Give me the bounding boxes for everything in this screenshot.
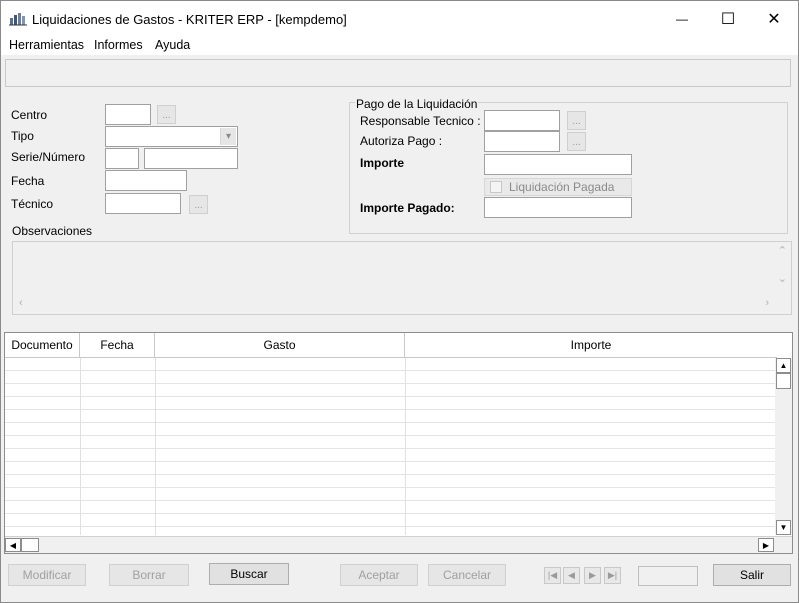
centro-lookup-button[interactable]: ...: [157, 105, 176, 124]
scroll-left-icon[interactable]: ‹: [19, 297, 23, 309]
column-header-importe[interactable]: Importe: [405, 333, 777, 358]
app-window: Liquidaciones de Gastos - KRITER ERP - […: [0, 0, 799, 603]
importe-pagado-field[interactable]: [484, 197, 632, 218]
grid-vertical-scrollbar[interactable]: ▲ ▼: [775, 358, 792, 535]
title-bar: Liquidaciones de Gastos - KRITER ERP - […: [1, 1, 798, 37]
table-row[interactable]: [5, 514, 777, 527]
table-row[interactable]: [5, 397, 777, 410]
scroll-right-icon[interactable]: ▶: [758, 538, 774, 552]
checkbox-icon: [490, 181, 502, 193]
grid-column-divider: [80, 358, 81, 535]
tipo-select[interactable]: ▾: [105, 126, 238, 147]
fecha-label: Fecha: [11, 174, 45, 188]
table-row[interactable]: [5, 475, 777, 488]
minimize-button[interactable]: —: [659, 1, 705, 37]
tipo-label: Tipo: [11, 129, 34, 143]
liquidacion-pagada-checkbox[interactable]: Liquidación Pagada: [484, 178, 632, 196]
grid-body[interactable]: [5, 358, 777, 535]
buscar-button[interactable]: Buscar: [209, 563, 289, 585]
column-header-fecha[interactable]: Fecha: [80, 333, 155, 358]
minimize-icon: —: [676, 12, 688, 26]
table-row[interactable]: [5, 358, 777, 371]
tecnico-field[interactable]: [105, 193, 181, 214]
grid-header: Documento Fecha Gasto Importe: [5, 333, 777, 358]
first-record-icon[interactable]: |◀: [544, 567, 561, 584]
menu-herramientas[interactable]: Herramientas: [9, 38, 84, 52]
toolbar: [5, 59, 791, 87]
record-navigator: |◀ ◀ ▶ ▶|: [544, 567, 624, 584]
window-title: Liquidaciones de Gastos - KRITER ERP - […: [32, 12, 347, 27]
modificar-button[interactable]: Modificar: [8, 564, 86, 586]
table-row[interactable]: [5, 436, 777, 449]
borrar-button[interactable]: Borrar: [109, 564, 189, 586]
scroll-down-icon[interactable]: ⌄: [778, 272, 787, 285]
table-row[interactable]: [5, 423, 777, 436]
pago-group-title: Pago de la Liquidación: [355, 97, 479, 111]
chevron-down-icon[interactable]: ▾: [220, 128, 236, 145]
grid-column-divider: [155, 358, 156, 535]
maximize-button[interactable]: ☐: [705, 1, 751, 37]
salir-button[interactable]: Salir: [713, 564, 791, 586]
app-logo-icon: [9, 13, 27, 26]
scroll-thumb[interactable]: [21, 538, 39, 552]
menu-bar: Herramientas Informes Ayuda: [1, 37, 798, 55]
table-row[interactable]: [5, 371, 777, 384]
tecnico-label: Técnico: [11, 197, 54, 211]
close-button[interactable]: ✕: [751, 1, 797, 37]
fecha-field[interactable]: [105, 170, 187, 191]
table-row[interactable]: [5, 449, 777, 462]
grid-column-divider: [405, 358, 406, 535]
autoriza-label: Autoriza Pago :: [360, 134, 443, 148]
menu-informes[interactable]: Informes: [94, 38, 143, 52]
column-header-documento[interactable]: Documento: [5, 333, 80, 358]
scroll-up-icon[interactable]: ▲: [776, 358, 791, 373]
responsable-field[interactable]: [484, 110, 560, 131]
scroll-down-icon[interactable]: ▼: [776, 520, 791, 535]
numero-field[interactable]: [144, 148, 238, 169]
previous-record-icon[interactable]: ◀: [563, 567, 580, 584]
last-record-icon[interactable]: ▶|: [604, 567, 621, 584]
table-row[interactable]: [5, 488, 777, 501]
observaciones-label: Observaciones: [12, 224, 93, 238]
importe-label: Importe: [360, 156, 405, 170]
table-row[interactable]: [5, 384, 777, 397]
serie-numero-label: Serie/Número: [11, 150, 86, 164]
gastos-grid[interactable]: Documento Fecha Gasto Importe ▲ ▼ ◀ ▶: [4, 332, 793, 554]
observaciones-textarea[interactable]: ⌃ ⌄ ‹ ›: [12, 241, 792, 315]
serie-field[interactable]: [105, 148, 139, 169]
table-row[interactable]: [5, 410, 777, 423]
scroll-up-icon[interactable]: ⌃: [778, 244, 787, 257]
aceptar-button[interactable]: Aceptar: [340, 564, 418, 586]
record-position-field[interactable]: [638, 566, 698, 586]
responsable-label: Responsable Tecnico :: [360, 114, 481, 128]
cancelar-button[interactable]: Cancelar: [428, 564, 506, 586]
scroll-left-icon[interactable]: ◀: [5, 538, 21, 552]
grid-horizontal-scrollbar[interactable]: ◀ ▶: [5, 536, 792, 553]
tecnico-lookup-button[interactable]: ...: [189, 195, 208, 214]
autoriza-lookup-button[interactable]: ...: [567, 132, 586, 151]
column-header-gasto[interactable]: Gasto: [155, 333, 405, 358]
maximize-icon: ☐: [720, 11, 736, 28]
menu-ayuda[interactable]: Ayuda: [155, 38, 190, 52]
table-row[interactable]: [5, 501, 777, 514]
table-row[interactable]: [5, 462, 777, 475]
liquidacion-pagada-label: Liquidación Pagada: [509, 180, 615, 194]
table-row[interactable]: [5, 527, 777, 535]
centro-field[interactable]: [105, 104, 151, 125]
next-record-icon[interactable]: ▶: [584, 567, 601, 584]
responsable-lookup-button[interactable]: ...: [567, 111, 586, 130]
centro-label: Centro: [11, 108, 48, 122]
close-icon: ✕: [767, 11, 781, 28]
autoriza-field[interactable]: [484, 131, 560, 152]
importe-field[interactable]: [484, 154, 632, 175]
importe-pagado-label: Importe Pagado:: [360, 201, 455, 215]
scroll-right-icon[interactable]: ›: [765, 297, 769, 309]
scroll-thumb[interactable]: [776, 373, 791, 389]
